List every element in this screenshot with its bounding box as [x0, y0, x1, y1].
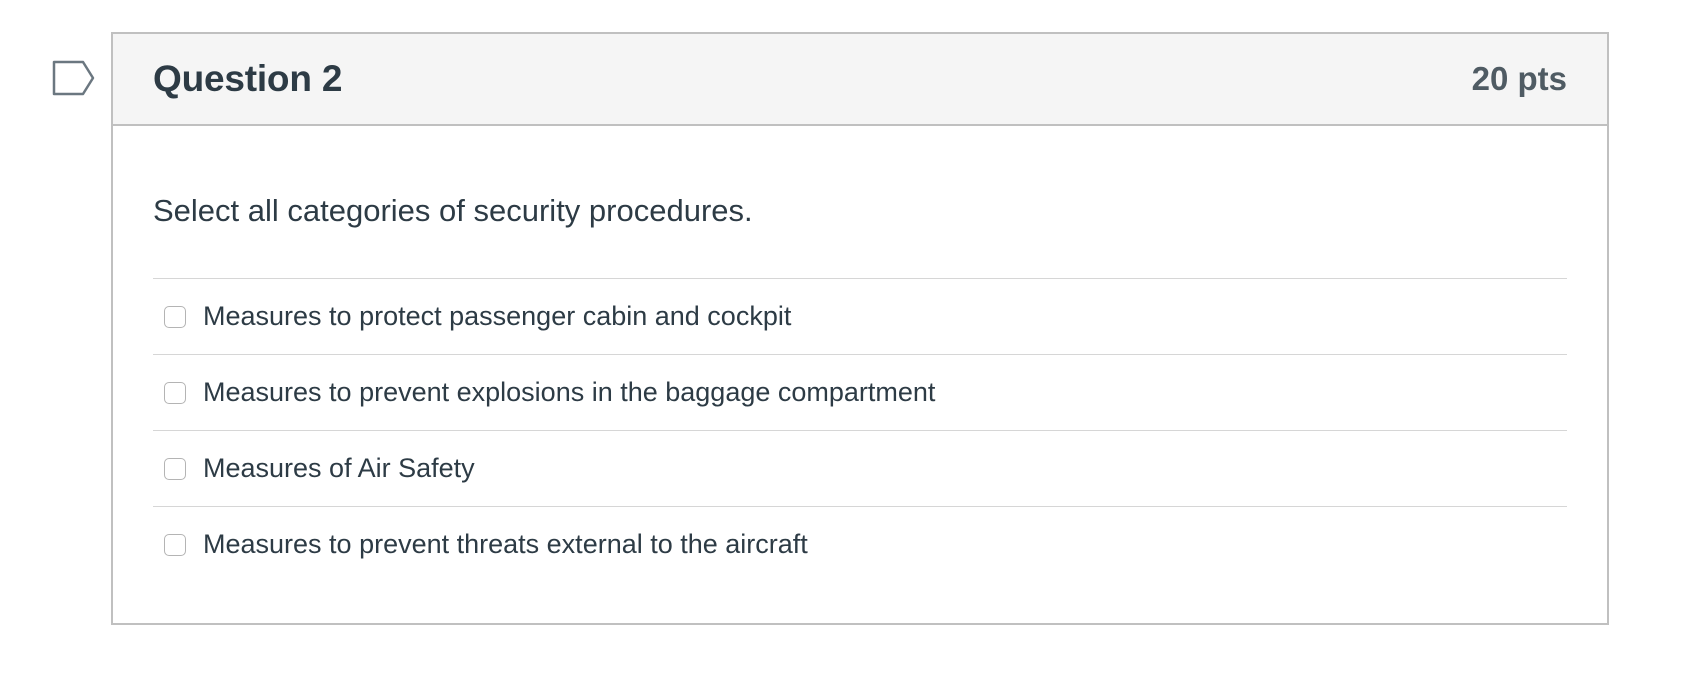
- answer-label: Measures to protect passenger cabin and …: [203, 301, 792, 331]
- answer-checkbox[interactable]: [164, 381, 186, 404]
- answer-option[interactable]: Measures to protect passenger cabin and …: [153, 279, 1567, 355]
- answer-list: Measures to protect passenger cabin and …: [153, 278, 1567, 582]
- answer-label: Measures to prevent threats external to …: [203, 529, 808, 559]
- answer-checkbox[interactable]: [164, 305, 186, 328]
- question-body: Select all categories of security proced…: [113, 190, 1607, 582]
- question-card: Question 2 20 pts Select all categories …: [111, 32, 1609, 625]
- question-text: Select all categories of security proced…: [153, 193, 753, 228]
- answer-checkbox[interactable]: [164, 533, 186, 556]
- answer-label: Measures to prevent explosions in the ba…: [203, 377, 936, 407]
- question-title: Question 2: [153, 58, 343, 99]
- flag-question-button[interactable]: [52, 60, 96, 96]
- answer-checkbox[interactable]: [164, 457, 186, 480]
- flag-question-icon: [52, 60, 95, 96]
- question-points: 20 pts: [1471, 60, 1567, 97]
- question-header: Question 2 20 pts: [113, 34, 1607, 126]
- answer-option[interactable]: Measures to prevent threats external to …: [153, 507, 1567, 582]
- answer-option[interactable]: Measures to prevent explosions in the ba…: [153, 355, 1567, 431]
- answer-label: Measures of Air Safety: [203, 453, 475, 483]
- answer-option[interactable]: Measures of Air Safety: [153, 431, 1567, 507]
